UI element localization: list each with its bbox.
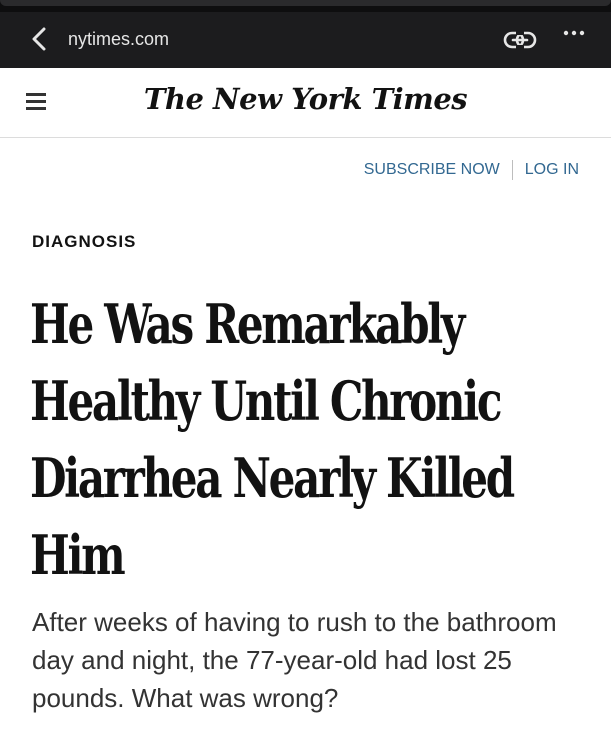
status-strip: [0, 0, 611, 12]
article-summary: After weeks of having to rush to the bat…: [32, 607, 557, 713]
url-display[interactable]: nytimes.com: [68, 29, 169, 50]
more-options-button[interactable]: [560, 26, 588, 40]
browser-toolbar: nytimes.com: [0, 0, 611, 68]
article-headline: He Was Remarkably Healthy Until Chronic …: [30, 292, 515, 587]
link-icon: [503, 30, 537, 50]
back-chevron-icon: [32, 27, 46, 51]
status-strip-edge: [0, 0, 611, 6]
login-link[interactable]: LOG IN: [525, 161, 579, 179]
site-header: The New York Times: [0, 68, 611, 138]
more-dots-icon: [563, 30, 585, 36]
auth-links: SUBSCRIBE NOW LOG IN: [364, 159, 579, 181]
auth-divider: [511, 160, 513, 180]
subscribe-link[interactable]: SUBSCRIBE NOW: [364, 161, 500, 179]
back-button[interactable]: [28, 26, 50, 52]
site-logo[interactable]: The New York Times: [0, 82, 611, 116]
copy-link-button[interactable]: [502, 27, 538, 53]
section-kicker[interactable]: DIAGNOSIS: [32, 232, 136, 252]
